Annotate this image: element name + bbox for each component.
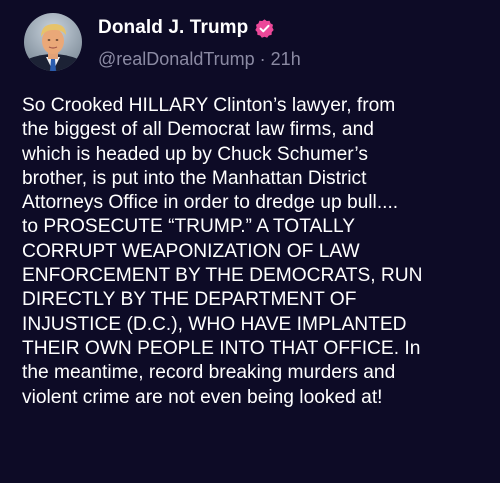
avatar-image xyxy=(24,13,82,71)
separator: · xyxy=(259,49,266,69)
name-row: Donald J. Trump xyxy=(98,15,301,41)
post-card: Donald J. Trump @realDonaldTrump · 21h So … xyxy=(0,0,500,483)
post-header: Donald J. Trump @realDonaldTrump · 21h xyxy=(98,15,301,71)
avatar[interactable] xyxy=(24,13,82,71)
post-text: So Crooked HILLARY Clinton’s lawyer, fro… xyxy=(22,95,423,408)
meta-row: @realDonaldTrump · 21h xyxy=(98,49,301,71)
display-name[interactable]: Donald J. Trump xyxy=(98,17,248,39)
handle[interactable]: @realDonaldTrump xyxy=(98,49,255,69)
timestamp[interactable]: 21h xyxy=(271,49,301,69)
verified-badge-icon xyxy=(254,18,275,39)
